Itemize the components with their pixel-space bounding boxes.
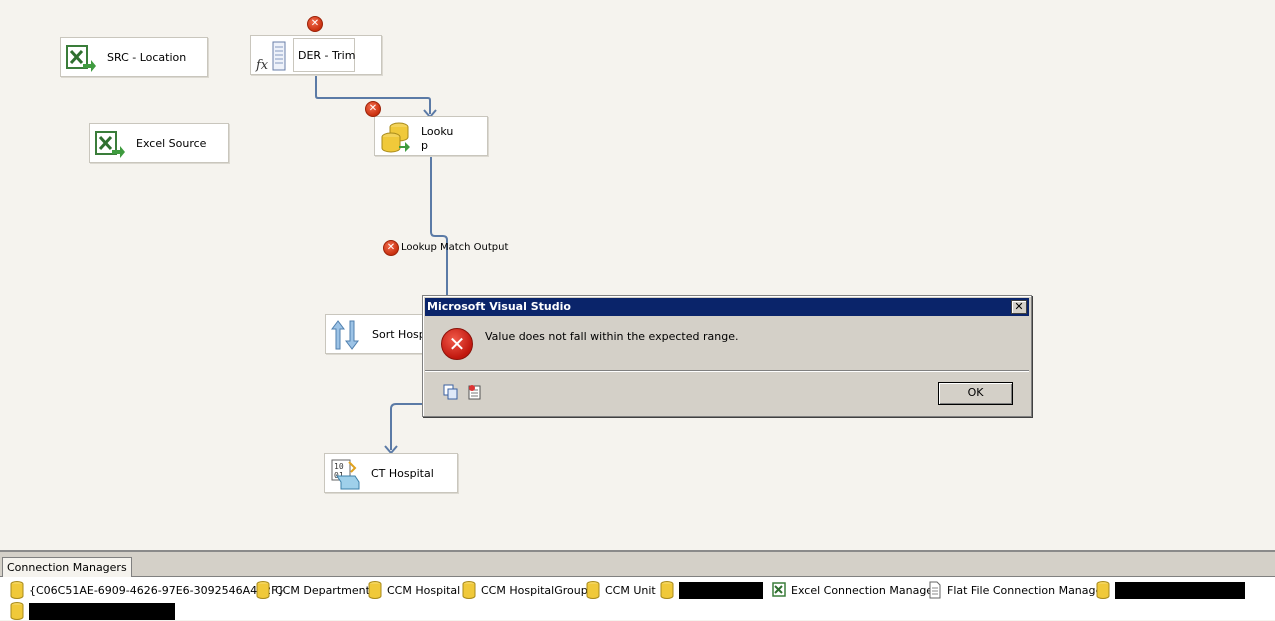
connection-manager-item[interactable]: CCM Hospital [368, 580, 460, 600]
component-lookup[interactable]: Looku p [374, 116, 488, 156]
database-cylinder-icon [10, 602, 24, 620]
connection-manager-label: CCM HospitalGroup [481, 583, 588, 597]
lookup-icon [381, 122, 410, 153]
database-cylinder-icon [10, 581, 24, 599]
component-sort-hospital[interactable]: Sort Hospi [325, 314, 435, 354]
component-ct-hospital[interactable]: 10 01 CT Hospital [324, 453, 458, 493]
redacted-label [1115, 581, 1245, 599]
derived-column-icon: fx [255, 41, 286, 72]
database-cylinder-icon [586, 581, 600, 599]
dialog-title: Microsoft Visual Studio [427, 300, 571, 313]
connection-manager-item[interactable]: CCM Unit [586, 580, 656, 600]
details-icon[interactable] [467, 384, 483, 400]
database-cylinder-icon [1096, 581, 1110, 599]
error-dialog[interactable]: Microsoft Visual Studio ✕ ✕ Value does n… [422, 295, 1032, 417]
connection-manager-item[interactable]: CCM Department [256, 580, 370, 600]
database-cylinder-icon [368, 581, 382, 599]
connection-manager-item[interactable]: Excel Connection Manager [772, 580, 938, 600]
sort-icon [331, 320, 359, 350]
component-label: Excel Source [136, 137, 207, 150]
path-sort-to-ct [390, 403, 422, 450]
component-label: Sort Hospi [372, 328, 429, 341]
close-button[interactable]: ✕ [1011, 300, 1027, 314]
excel-source-icon [66, 45, 96, 72]
copy-icon[interactable] [443, 384, 459, 400]
dialog-message: Value does not fall within the expected … [485, 330, 739, 343]
tab-connection-managers[interactable]: Connection Managers [2, 557, 132, 577]
data-flow-canvas[interactable]: SRC - Location fx DER - Trim ✕ Excel Sou… [0, 0, 1275, 550]
excel-source-icon [95, 131, 125, 158]
component-excel-source[interactable]: Excel Source [89, 123, 229, 163]
flow-connectors [315, 76, 448, 455]
component-src-location[interactable]: SRC - Location [60, 37, 208, 77]
error-icon[interactable]: ✕ [383, 240, 399, 256]
database-cylinder-icon [256, 581, 270, 599]
connection-manager-item[interactable]: Flat File Connection Manager [928, 580, 1107, 600]
path-lookup-to-sort [430, 156, 448, 296]
svg-text:10: 10 [334, 462, 344, 471]
error-icon[interactable]: ✕ [307, 16, 323, 32]
error-icon: ✕ [441, 328, 473, 360]
ok-button[interactable]: OK [938, 382, 1013, 405]
error-icon[interactable]: ✕ [365, 101, 381, 117]
connection-manager-label: CCM Department [275, 583, 370, 597]
path-label[interactable]: Lookup Match Output [401, 242, 508, 253]
connection-manager-item[interactable] [660, 580, 763, 600]
redacted-label [679, 581, 763, 599]
component-label-line2: p [421, 139, 428, 152]
redacted-label [29, 602, 175, 620]
component-label: DER - Trim [298, 49, 356, 62]
flat-file-icon [929, 581, 941, 599]
excel-connection-icon [772, 582, 786, 597]
database-cylinder-icon [660, 581, 674, 599]
dialog-titlebar[interactable]: Microsoft Visual Studio ✕ [425, 298, 1029, 316]
connection-manager-item[interactable] [10, 601, 175, 621]
connection-manager-label: CCM Hospital [387, 583, 461, 597]
connection-manager-label: {C06C51AE-6909-4626-97E6-3092546A462F} [29, 583, 285, 597]
connection-manager-item[interactable]: {C06C51AE-6909-4626-97E6-3092546A462F} [10, 580, 284, 600]
component-label: SRC - Location [107, 51, 187, 64]
tab-bar: Connection Managers [0, 552, 1275, 577]
component-label-line1: Looku [421, 125, 454, 138]
connection-manager-label: Excel Connection Manager [791, 583, 938, 597]
component-label: CT Hospital [371, 467, 434, 480]
connection-manager-item[interactable] [1096, 580, 1245, 600]
svg-text:fx: fx [255, 58, 269, 72]
component-der-trim[interactable]: fx DER - Trim [250, 35, 382, 75]
connection-manager-item[interactable]: CCM HospitalGroup [462, 580, 588, 600]
connection-manager-label: CCM Unit [605, 583, 656, 597]
database-cylinder-icon [462, 581, 476, 599]
destination-icon: 10 01 [331, 459, 360, 490]
connection-managers-panel: Connection Managers {C06C51AE-6909-4626-… [0, 550, 1275, 620]
connection-manager-label: Flat File Connection Manager [947, 583, 1107, 597]
dialog-separator [425, 370, 1029, 372]
